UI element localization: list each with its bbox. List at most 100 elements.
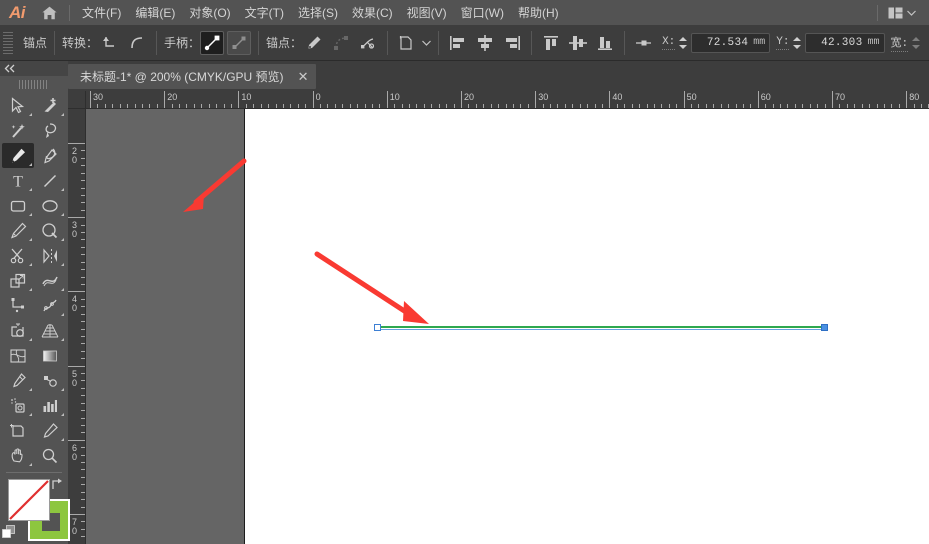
y-stepper[interactable]: [791, 33, 803, 53]
menu-help[interactable]: 帮助(H): [511, 2, 566, 24]
menu-effect[interactable]: 效果(C): [345, 2, 400, 24]
x-coordinate-label: X:: [662, 35, 676, 50]
tool-gradient[interactable]: [34, 343, 66, 368]
menu-type[interactable]: 文字(T): [238, 2, 291, 24]
x-coordinate-input[interactable]: 72.534 mm: [691, 32, 771, 53]
canvas-area[interactable]: [86, 109, 929, 544]
align-right-icon[interactable]: [500, 31, 524, 55]
anchor-point-left[interactable]: [374, 324, 381, 331]
remove-anchor-icon[interactable]: [302, 31, 326, 55]
tool-lasso[interactable]: [34, 118, 66, 143]
ruler-tick-major: [609, 91, 611, 108]
ruler-label: 60: [760, 92, 771, 102]
tool-pen[interactable]: [2, 143, 34, 168]
tool-rectangle[interactable]: [2, 193, 34, 218]
arrange-documents-button[interactable]: [883, 4, 921, 22]
align-horizontal-center-icon[interactable]: [473, 31, 497, 55]
tool-submenu-marker: [61, 238, 64, 241]
tool-hand[interactable]: [2, 443, 34, 468]
tools-panel-grip[interactable]: [19, 80, 49, 89]
tool-line-segment[interactable]: [34, 168, 66, 193]
menu-select[interactable]: 选择(S): [291, 2, 345, 24]
ruler-tick-major: [68, 143, 85, 144]
tool-zoom[interactable]: [34, 443, 66, 468]
tool-puppet-warp[interactable]: [34, 293, 66, 318]
width-stepper[interactable]: [910, 33, 922, 53]
tool-symbol-sprayer[interactable]: [2, 393, 34, 418]
ruler-tick-major: [832, 91, 833, 108]
align-top-icon[interactable]: [539, 31, 563, 55]
horizontal-ruler[interactable]: 30 20 10 0 10 20 30 40 50 60 70 80: [86, 91, 929, 109]
tool-perspective-grid[interactable]: [34, 318, 66, 343]
tool-scissors[interactable]: [2, 243, 34, 268]
app-logo: Ai: [9, 2, 26, 22]
y-coordinate-input[interactable]: 42.303 mm: [805, 32, 885, 53]
control-bar-grip[interactable]: [3, 31, 13, 54]
align-bottom-icon[interactable]: [593, 31, 617, 55]
home-icon[interactable]: [34, 0, 64, 25]
tool-blend[interactable]: [34, 368, 66, 393]
ruler-corner[interactable]: [68, 91, 86, 109]
tool-width[interactable]: [34, 268, 66, 293]
tool-selection[interactable]: [2, 93, 34, 118]
ruler-tick-major: [164, 91, 166, 108]
tool-scale[interactable]: [2, 268, 34, 293]
ruler-label: 80: [909, 92, 920, 102]
menu-object[interactable]: 对象(O): [182, 2, 237, 24]
tool-slice[interactable]: [34, 418, 66, 443]
show-handles-icon[interactable]: [200, 30, 225, 55]
tool-curvature[interactable]: [34, 143, 66, 168]
tool-submenu-marker: [29, 113, 32, 116]
cb-divider-6: [531, 30, 533, 55]
collapse-panel-icon[interactable]: [4, 64, 16, 73]
cut-path-icon[interactable]: [356, 31, 380, 55]
tool-type[interactable]: T: [2, 168, 34, 193]
default-fill-stroke-icon[interactable]: [2, 525, 16, 539]
swap-fill-stroke-icon[interactable]: [50, 477, 64, 491]
menu-window[interactable]: 窗口(W): [454, 2, 511, 24]
tool-mesh[interactable]: [2, 343, 34, 368]
tool-direct-selection[interactable]: [34, 93, 66, 118]
tool-ellipse[interactable]: [34, 193, 66, 218]
anchor-point-right[interactable]: [821, 324, 828, 331]
document-tab-active[interactable]: 未标题-1* @ 200% (CMYK/GPU 预览) ✕: [68, 64, 317, 89]
tool-artboard[interactable]: [2, 418, 34, 443]
tool-rotate[interactable]: [34, 243, 66, 268]
menu-view[interactable]: 视图(V): [400, 2, 454, 24]
tool-paintbrush[interactable]: [2, 218, 34, 243]
tool-eyedropper[interactable]: [2, 368, 34, 393]
isolate-chevron-down-icon[interactable]: [422, 40, 431, 46]
tool-free-transform[interactable]: [2, 293, 34, 318]
menu-file[interactable]: 文件(F): [75, 2, 128, 24]
menubar-divider-2: [877, 4, 878, 21]
ruler-tick-major: [461, 91, 462, 108]
document-tab-title: 未标题-1* @ 200% (CMYK/GPU 预览): [80, 70, 284, 84]
ruler-label: 20: [464, 92, 475, 102]
x-stepper[interactable]: [677, 33, 689, 53]
align-vertical-center-icon[interactable]: [566, 31, 590, 55]
tool-magic-wand[interactable]: [2, 118, 34, 143]
convert-to-smooth-icon[interactable]: [125, 31, 149, 55]
convert-to-corner-icon[interactable]: [98, 31, 122, 55]
isolate-object-icon[interactable]: [395, 31, 419, 55]
ruler-tick-major: [68, 514, 85, 515]
tool-shape-builder[interactable]: [2, 318, 34, 343]
none-slash-icon: [9, 480, 49, 520]
vertical-ruler[interactable]: 20 30 40 50 60 70: [68, 109, 86, 544]
path-selection-overlay: [378, 329, 826, 330]
tool-column-graph[interactable]: [34, 393, 66, 418]
transform-reference-icon[interactable]: [632, 31, 656, 55]
menu-edit[interactable]: 编辑(E): [128, 2, 182, 24]
fill-swatch[interactable]: [8, 479, 50, 521]
align-left-icon[interactable]: [446, 31, 470, 55]
connect-anchor-icon[interactable]: [329, 31, 353, 55]
tool-shaper[interactable]: [34, 218, 66, 243]
tool-submenu-marker: [61, 438, 64, 441]
anchors-label: 锚点：: [266, 36, 303, 50]
hide-handles-icon[interactable]: [227, 30, 252, 55]
align-vertical-group: [539, 31, 617, 55]
ruler-label: 0: [315, 92, 321, 102]
selected-line-path[interactable]: [378, 326, 826, 328]
ruler-label: 10: [241, 92, 252, 102]
close-icon[interactable]: ✕: [298, 70, 309, 83]
